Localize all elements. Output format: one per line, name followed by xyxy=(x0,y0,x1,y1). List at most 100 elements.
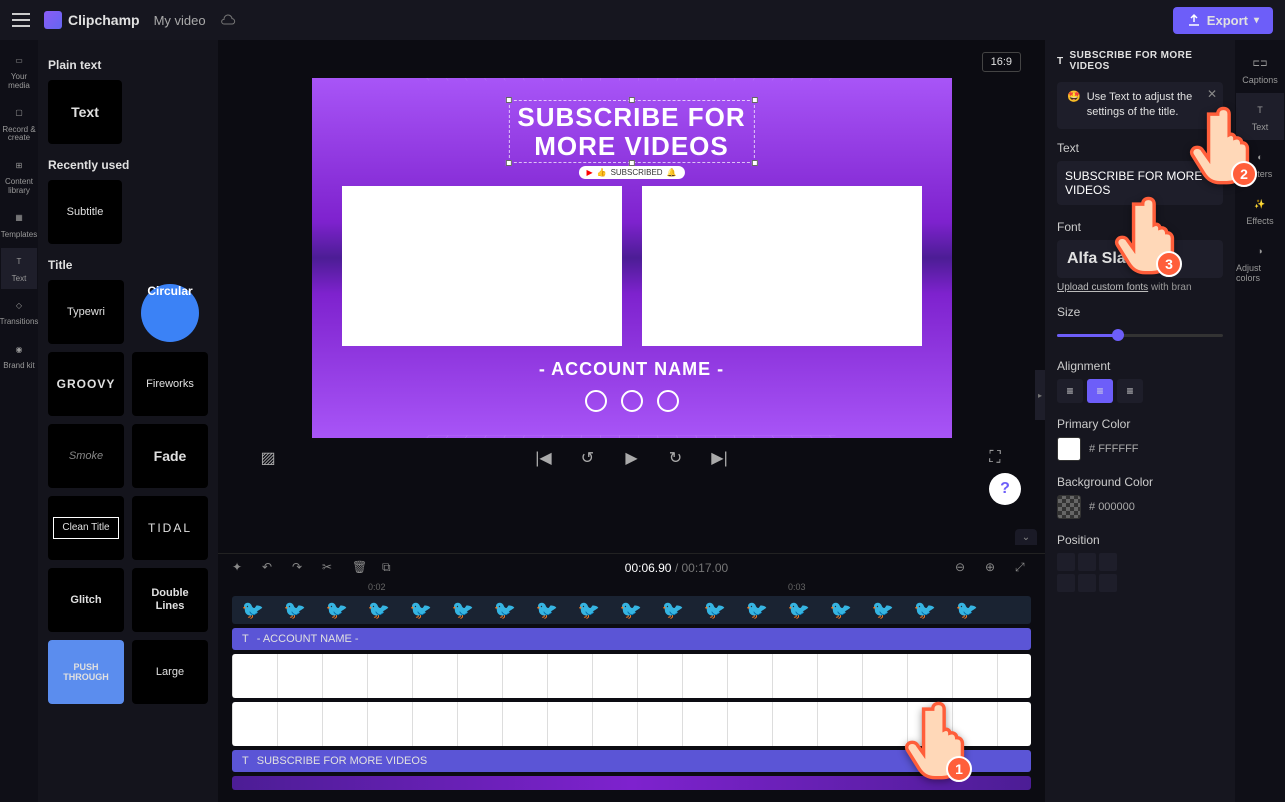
rail-your-media[interactable]: ▭Your media xyxy=(1,46,37,97)
hint-callout: 🤩 Use Text to adjust the settings of the… xyxy=(1057,82,1223,129)
rail-text[interactable]: TText xyxy=(1,248,37,290)
right-rail: ⊏⊐Captions TText ◐Filters ✨Effects ◑Adju… xyxy=(1235,40,1285,802)
expand-down-tab[interactable]: ⌄ xyxy=(1015,529,1037,545)
primary-color-swatch[interactable] xyxy=(1057,437,1081,461)
rail-record-create[interactable]: ▢Record & create xyxy=(1,99,37,150)
menu-button[interactable] xyxy=(12,13,30,27)
collapse-props-tab[interactable]: ▸ xyxy=(1035,370,1045,420)
forward-10-icon[interactable]: ↻ xyxy=(666,448,686,468)
adjust-icon: ◑ xyxy=(1251,242,1269,260)
track-background[interactable] xyxy=(232,776,1031,790)
zoom-out-button[interactable]: ⊖ xyxy=(955,560,971,576)
track-social[interactable]: 🐦🐦🐦🐦🐦🐦🐦🐦🐦🐦🐦🐦🐦🐦🐦🐦🐦🐦 xyxy=(232,596,1031,624)
align-left-button[interactable]: ≡ xyxy=(1057,379,1083,403)
font-selector[interactable]: Alfa Sla xyxy=(1057,240,1223,278)
rail-transitions[interactable]: ◇Transitions xyxy=(1,291,37,333)
magic-icon[interactable]: ✦ xyxy=(232,560,248,576)
resize-handle[interactable] xyxy=(505,97,511,103)
skip-end-icon[interactable]: ▶| xyxy=(710,448,730,468)
rr-adjust-colors[interactable]: ◑Adjust colors xyxy=(1236,234,1284,291)
timeline-ruler[interactable]: 0:02 0:03 xyxy=(218,582,1045,596)
rail-templates[interactable]: ▦Templates xyxy=(1,204,37,246)
duplicate-button[interactable]: ⧉ xyxy=(382,560,398,576)
size-slider[interactable] xyxy=(1057,325,1223,345)
rr-filters[interactable]: ◐Filters xyxy=(1236,140,1284,187)
pos-tl[interactable] xyxy=(1057,553,1075,571)
upload-fonts-link: Upload custom fonts with bran xyxy=(1057,282,1223,293)
preview-canvas[interactable]: SUBSCRIBE FOR MORE VIDEOS ▶👍SUBSCRIBED🔔 … xyxy=(312,78,952,438)
undo-button[interactable]: ↶ xyxy=(262,560,278,576)
asset-glitch[interactable]: Glitch xyxy=(48,568,124,632)
export-label: Export xyxy=(1207,13,1248,28)
assets-panel: Plain text Text Recently used Subtitle T… xyxy=(38,40,218,802)
fit-button[interactable]: ⤢ xyxy=(1015,560,1031,576)
asset-plain-text[interactable]: Text xyxy=(48,80,122,144)
close-icon[interactable]: ✕ xyxy=(1207,86,1217,103)
aspect-ratio-badge[interactable]: 16:9 xyxy=(982,52,1021,72)
resize-handle[interactable] xyxy=(752,97,758,103)
crop-toggle-icon[interactable]: ▨ xyxy=(258,448,278,468)
captions-icon: ⊏⊐ xyxy=(1251,54,1269,72)
split-button[interactable]: ✂ xyxy=(322,560,338,576)
video-placeholders xyxy=(342,186,922,346)
bg-color-label: Background Color xyxy=(1057,475,1223,489)
templates-icon: ▦ xyxy=(10,210,28,228)
asset-push-through[interactable]: PUSH THROUGH xyxy=(48,640,124,704)
upload-fonts-anchor[interactable]: Upload custom fonts xyxy=(1057,282,1148,293)
project-name[interactable]: My video xyxy=(154,13,206,28)
track-subscribe-text[interactable]: TSUBSCRIBE FOR MORE VIDEOS xyxy=(232,750,1031,772)
rail-brand-kit[interactable]: ◉Brand kit xyxy=(1,335,37,377)
track-video-1[interactable] xyxy=(232,654,1031,698)
asset-fireworks[interactable]: Fireworks xyxy=(132,352,208,416)
asset-double-lines[interactable]: Double Lines xyxy=(132,568,208,632)
asset-tidal[interactable]: TIDAL xyxy=(132,496,208,560)
text-icon: T xyxy=(242,755,249,767)
cloud-sync-icon xyxy=(220,14,236,26)
asset-clean-title[interactable]: Clean Title xyxy=(48,496,124,560)
pos-tr[interactable] xyxy=(1099,553,1117,571)
align-center-button[interactable]: ≡ xyxy=(1087,379,1113,403)
pos-mc[interactable] xyxy=(1078,574,1096,592)
asset-smoke[interactable]: Smoke xyxy=(48,424,124,488)
track-video-2[interactable] xyxy=(232,702,1031,746)
timeline-tracks: 🐦🐦🐦🐦🐦🐦🐦🐦🐦🐦🐦🐦🐦🐦🐦🐦🐦🐦 T- ACCOUNT NAME - TSU… xyxy=(218,596,1045,802)
pos-tc[interactable] xyxy=(1078,553,1096,571)
pos-ml[interactable] xyxy=(1057,574,1075,592)
rr-text[interactable]: TText xyxy=(1236,93,1284,140)
bg-color-swatch[interactable] xyxy=(1057,495,1081,519)
canvas-account-name: - ACCOUNT NAME - xyxy=(539,359,724,380)
center-area: 16:9 SUBSCRIBE FOR MORE VIDEOS ▶👍SUBSCRI… xyxy=(218,40,1045,802)
track-account-name[interactable]: T- ACCOUNT NAME - xyxy=(232,628,1031,650)
upload-icon xyxy=(1187,13,1201,27)
brand[interactable]: Clipchamp xyxy=(44,11,140,29)
pos-mr[interactable] xyxy=(1099,574,1117,592)
zoom-in-button[interactable]: ⊕ xyxy=(985,560,1001,576)
text-input[interactable] xyxy=(1057,161,1223,205)
delete-button[interactable]: 🗑 xyxy=(352,560,368,576)
resize-handle[interactable] xyxy=(752,160,758,166)
instagram-icon xyxy=(585,390,607,412)
skip-start-icon[interactable]: |◀ xyxy=(534,448,554,468)
play-button[interactable]: ▶ xyxy=(622,448,642,468)
rr-effects[interactable]: ✨Effects xyxy=(1236,187,1284,234)
asset-large[interactable]: Large xyxy=(132,640,208,704)
canvas-title-text[interactable]: SUBSCRIBE FOR MORE VIDEOS xyxy=(508,100,754,163)
resize-handle[interactable] xyxy=(629,97,635,103)
asset-typewriter[interactable]: Typewri xyxy=(48,280,124,344)
rail-content-library[interactable]: ⊞Content library xyxy=(1,151,37,202)
title-header: Title xyxy=(48,258,208,272)
fullscreen-icon[interactable]: ⛶ xyxy=(985,448,1005,468)
asset-fade[interactable]: Fade xyxy=(132,424,208,488)
asset-groovy[interactable]: GROOVY xyxy=(48,352,124,416)
rr-captions[interactable]: ⊏⊐Captions xyxy=(1236,46,1284,93)
slider-thumb[interactable] xyxy=(1112,329,1124,341)
asset-circular[interactable]: Circular xyxy=(132,280,208,344)
chevron-down-icon: ▾ xyxy=(1254,15,1259,26)
rewind-10-icon[interactable]: ↺ xyxy=(578,448,598,468)
asset-subtitle[interactable]: Subtitle xyxy=(48,180,122,244)
bg-color-row: # 000000 xyxy=(1057,495,1223,519)
align-right-button[interactable]: ≡ xyxy=(1117,379,1143,403)
redo-button[interactable]: ↷ xyxy=(292,560,308,576)
resize-handle[interactable] xyxy=(505,160,511,166)
export-button[interactable]: Export ▾ xyxy=(1173,7,1273,34)
